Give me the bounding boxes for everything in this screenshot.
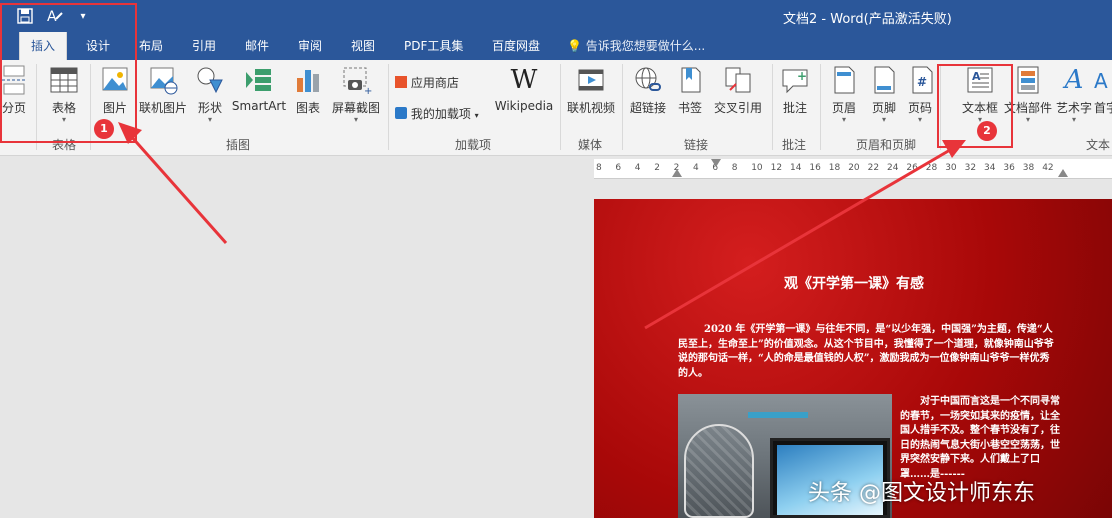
watermark: 头条 @图文设计师东东 <box>808 481 1035 506</box>
annotation-arrow-2-head <box>942 140 966 158</box>
annotation-arrow-2 <box>644 148 951 330</box>
annotation-arrows <box>118 122 966 330</box>
annotation-arrow-1 <box>128 134 228 244</box>
annotation-arrow-1-head <box>118 122 142 144</box>
